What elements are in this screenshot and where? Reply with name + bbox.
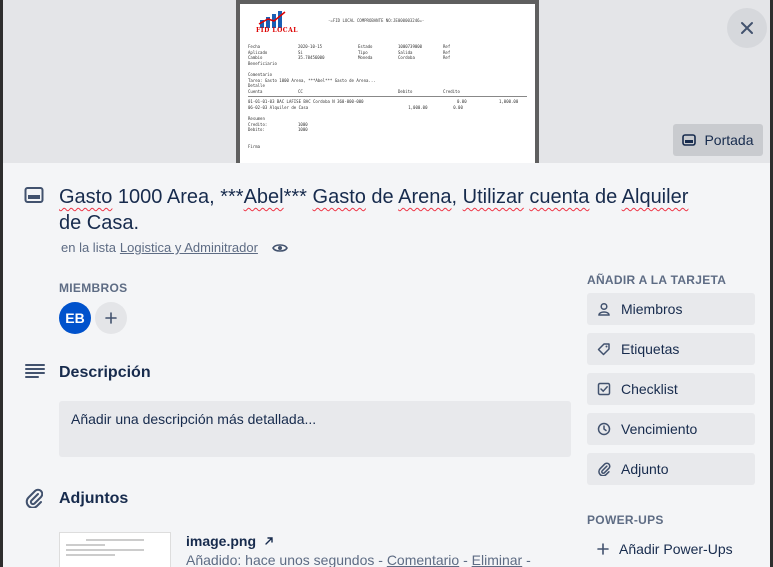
- document-row: Cuenta CC Debito Credito: [248, 89, 527, 95]
- checkbox-icon: [597, 382, 611, 396]
- attachment-file-name: image.png: [186, 533, 257, 549]
- list-link[interactable]: Logistica y Adminitrador: [120, 240, 258, 255]
- eye-icon[interactable]: [272, 242, 288, 254]
- avatar[interactable]: EB: [59, 302, 91, 334]
- document-cell: Cuenta: [248, 88, 263, 94]
- document-cell: Debito: [398, 88, 413, 94]
- attachment-trailing: -: [522, 552, 531, 567]
- cover-image[interactable]: FID LOCAL -=FID LOCAL COMPROBANTE NO:JE0…: [236, 0, 539, 163]
- cover-button-label: Portada: [704, 132, 754, 148]
- attachments-heading: Adjuntos: [59, 490, 129, 507]
- card-title-part: Gasto: [312, 186, 366, 208]
- add-member-button[interactable]: [95, 302, 127, 334]
- card-title-part: ***: [283, 186, 313, 208]
- document-cell: [260, 144, 320, 150]
- card-title-part: Gasto: [59, 186, 113, 208]
- paperclip-icon: [25, 488, 43, 508]
- document-cell: CC: [298, 88, 303, 94]
- document-cell: Firma: [248, 144, 261, 150]
- attachment-delete-link[interactable]: Eliminar: [472, 552, 523, 567]
- card-title-part: de Casa.: [59, 212, 140, 234]
- document-cell: [358, 89, 398, 95]
- document-cell: [360, 144, 405, 150]
- document-cell: Credito: [443, 88, 460, 94]
- card-title-part: ,: [451, 186, 463, 208]
- document-row: Firma: [248, 144, 527, 150]
- attachment-comment-link[interactable]: Comentario: [387, 552, 459, 567]
- document-cell: 0.00: [453, 104, 463, 110]
- attachment-thumbnail[interactable]: [59, 532, 171, 567]
- document-cell: [405, 144, 435, 150]
- attachment-meta: Añadido: hace unos segundos - Comentario…: [186, 552, 531, 567]
- plus-icon: [105, 312, 117, 324]
- card-title-part: cuenta: [529, 186, 590, 208]
- card-title-part: Utilizar: [462, 186, 524, 208]
- card-title[interactable]: Gasto 1000 Area, ***Abel*** Gasto de Are…: [59, 184, 709, 236]
- document-body: Fecha 2020-10-15 Estado 1000739000 Ref Aplica…: [248, 44, 527, 150]
- external-link-icon: [265, 537, 273, 545]
- attachment-added-text: Añadido: hace unos segundos -: [186, 552, 387, 567]
- sidebar-button-label: Etiquetas: [621, 341, 680, 357]
- sidebar-button-due-date[interactable]: Vencimiento: [587, 413, 755, 445]
- document-cell: [501, 78, 527, 84]
- sidebar-button-label: Vencimiento: [621, 421, 698, 437]
- attachment-name[interactable]: image.png: [186, 533, 274, 549]
- sidebar-button-attachment[interactable]: Adjunto: [587, 453, 755, 485]
- sidebar-button-label: Checklist: [621, 381, 678, 397]
- card-title-part: Abel: [243, 186, 284, 208]
- list-info: en la lista Logistica y Adminitrador: [61, 240, 288, 255]
- card-title-part: Arena: [398, 186, 452, 208]
- close-button[interactable]: [727, 8, 767, 48]
- clock-icon: [597, 422, 611, 436]
- document-cell: [462, 78, 501, 84]
- sidebar-button-labels[interactable]: Etiquetas: [587, 333, 755, 365]
- sidebar-button-members[interactable]: Miembros: [587, 293, 755, 325]
- powerups-label: POWER-UPS: [587, 513, 664, 527]
- tag-icon: [597, 343, 610, 356]
- card-cover: FID LOCAL -=FID LOCAL COMPROBANTE NO:JE0…: [3, 0, 770, 163]
- add-powerups-label: Añadir Power-Ups: [619, 541, 733, 557]
- add-to-card-label: AÑADIR A LA TARJETA: [587, 273, 727, 287]
- members-label: MIEMBROS: [59, 281, 128, 295]
- description-input[interactable]: Añadir una descripción más detallada...: [59, 401, 571, 457]
- attachment-separator: -: [459, 552, 472, 567]
- paperclip-icon: [598, 462, 611, 476]
- description-icon: [25, 364, 45, 378]
- card-title-part: Alquiler: [621, 186, 689, 208]
- document-header: -=FID LOCAL COMPROBANTE NO:JE000003246=-: [328, 18, 425, 23]
- card-title-part: 1000 Area, ***: [112, 186, 244, 208]
- card-detail-window: FID LOCAL -=FID LOCAL COMPROBANTE NO:JE0…: [3, 0, 770, 567]
- card-title-icon: [24, 187, 44, 203]
- logo-text: FID LOCAL: [256, 27, 298, 34]
- document-cell: [320, 144, 360, 150]
- document-cell: 1,000.00: [498, 99, 519, 105]
- close-icon: [741, 22, 753, 34]
- list-prefix: en la lista: [61, 240, 116, 255]
- add-powerups-button[interactable]: Añadir Power-Ups: [587, 533, 733, 565]
- description-heading: Descripción: [59, 364, 151, 381]
- document-divider: [248, 96, 527, 98]
- document-cell: [443, 127, 473, 133]
- logo-chart-icon: [258, 11, 286, 28]
- sidebar-button-label: Adjunto: [621, 461, 669, 477]
- document-cell: [422, 61, 452, 67]
- sidebar-button-checklist[interactable]: Checklist: [587, 373, 755, 405]
- cover-button[interactable]: Portada: [673, 124, 763, 156]
- cover-document-page: FID LOCAL -=FID LOCAL COMPROBANTE NO:JE0…: [240, 4, 535, 163]
- plus-icon: [597, 543, 609, 555]
- person-icon: [598, 302, 610, 316]
- card-title-part: de: [589, 186, 622, 208]
- sidebar-button-label: Miembros: [621, 301, 683, 317]
- card-icon: [682, 134, 697, 146]
- card-title-part: de: [365, 186, 399, 208]
